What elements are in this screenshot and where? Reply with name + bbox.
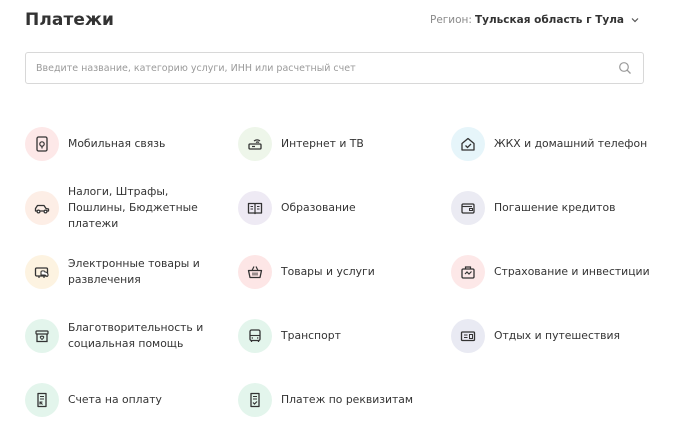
category-loans[interactable]: Погашение кредитов (451, 176, 665, 240)
category-label: Транспорт (281, 329, 341, 342)
category-electronics-entertainment[interactable]: Электронные товары и развлечения (25, 240, 238, 304)
bus-icon (238, 319, 272, 353)
category-label: Интернет и ТВ (281, 137, 364, 150)
wallet-icon (451, 191, 485, 225)
region-value: Тульская область г Тула (474, 14, 624, 26)
category-goods-services[interactable]: Товары и услуги (238, 240, 451, 304)
category-education[interactable]: Образование (238, 176, 451, 240)
category-label: ЖКХ и домашний телефон (494, 137, 648, 150)
category-mobile[interactable]: Мобильная связь (25, 112, 238, 176)
category-insurance-investments[interactable]: Страхование и инвестиции (451, 240, 665, 304)
house-icon (451, 127, 485, 161)
briefcase-icon (451, 255, 485, 289)
category-label: Счета на оплату (68, 393, 162, 406)
gamepad-icon (25, 255, 59, 289)
document-check-icon (238, 383, 272, 417)
category-taxes-fines[interactable]: Налоги, Штрафы, Пошлины, Бюджетные плате… (25, 176, 238, 240)
category-label: Страхование и инвестиции (494, 265, 650, 278)
category-invoices[interactable]: Счета на оплату (25, 368, 238, 432)
category-internet-tv[interactable]: Интернет и ТВ (238, 112, 451, 176)
charity-box-icon (25, 319, 59, 353)
car-icon (25, 191, 59, 225)
category-charity[interactable]: Благотворительность и социальная помощь (25, 304, 238, 368)
category-label: Электронные товары и развлечения (68, 257, 200, 286)
mobile-icon (25, 127, 59, 161)
region-selector[interactable]: Регион: Тульская область г Тула (430, 14, 640, 26)
category-label: Налоги, Штрафы, Пошлины, Бюджетные плате… (68, 185, 198, 230)
book-icon (238, 191, 272, 225)
category-travel[interactable]: Отдых и путешествия (451, 304, 665, 368)
router-icon (238, 127, 272, 161)
category-transport[interactable]: Транспорт (238, 304, 451, 368)
category-label: Благотворительность и социальная помощь (68, 321, 204, 350)
category-label: Погашение кредитов (494, 201, 616, 214)
category-label: Товары и услуги (281, 265, 375, 278)
chevron-down-icon (631, 18, 639, 23)
category-label: Образование (281, 201, 356, 214)
category-grid: Мобильная связь Интернет и ТВ ЖКХ и дома… (25, 112, 665, 432)
category-utilities[interactable]: ЖКХ и домашний телефон (451, 112, 665, 176)
category-payment-by-details[interactable]: Платеж по реквизитам (238, 368, 451, 432)
page-title: Платежи (25, 10, 115, 30)
ticket-icon (451, 319, 485, 353)
search-input[interactable] (26, 53, 618, 83)
search-box (25, 52, 644, 84)
region-label: Регион: (430, 14, 472, 26)
category-label: Отдых и путешествия (494, 329, 621, 342)
search-icon[interactable] (618, 61, 632, 75)
category-label: Платеж по реквизитам (281, 393, 414, 406)
invoice-icon (25, 383, 59, 417)
category-label: Мобильная связь (68, 137, 166, 150)
basket-icon (238, 255, 272, 289)
